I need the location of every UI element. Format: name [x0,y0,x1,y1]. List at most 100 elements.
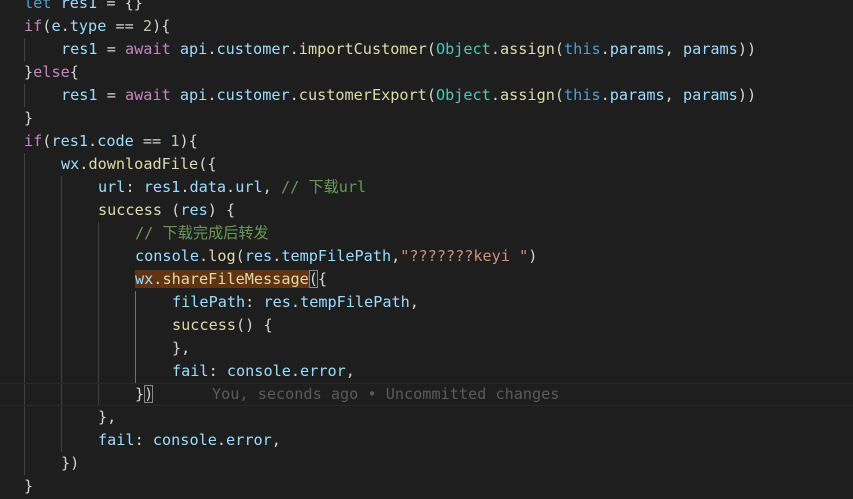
token-variable: wx [135,270,154,288]
token-punctuation: : [208,362,227,380]
token-variable: api [179,86,208,104]
token-number: 1 [170,132,180,150]
token-punctuation: , [409,293,419,311]
token-property: params [609,86,665,104]
token-punctuation: { [69,63,79,81]
token-keyword: this [564,40,601,58]
token-keyword: this [564,86,601,104]
token-punctuation: )) [737,40,757,58]
token-operator: == [106,17,143,35]
code-line[interactable]: let res1 = {} [0,0,853,15]
code-line[interactable]: }else{ [0,61,853,84]
code-editor[interactable]: let res1 = {} if(e.type == 2){ res1 = aw… [0,0,853,499]
token-keyword: await [125,86,171,104]
token-punctuation: . [600,86,610,104]
token-punctuation: . [289,40,299,58]
token-punctuation: { [317,270,328,288]
token-parameter: res [180,201,208,219]
matched-bracket: ) [144,385,154,403]
code-line[interactable]: res1 = await api.customer.customerExport… [0,84,853,107]
token-keyword: await [125,40,171,58]
code-line[interactable]: }, [0,337,853,360]
token-property: params [609,40,665,58]
token-function: success [98,201,163,219]
token-variable: res1 [61,86,98,104]
code-line[interactable]: filePath: res.tempFilePath, [0,291,853,314]
token-property: fail [172,362,209,380]
token-variable: res1 [61,40,98,58]
code-line[interactable]: wx.downloadFile({ [0,153,853,176]
token-punctuation: ( [426,40,436,58]
token-punctuation: ) { [207,201,236,219]
token-punctuation: . [290,293,301,311]
token-punctuation: ( [162,201,181,219]
token-punctuation: ) [528,247,538,265]
token-property: error [300,362,346,380]
code-line[interactable]: } [0,475,853,498]
token-comment: // 下载完成后转发 [135,224,269,242]
token-function: success [172,316,237,334]
token-punctuation: . [272,247,282,265]
code-line[interactable]: wx.shareFileMessage({ [0,268,853,291]
token-variable: res1 [143,178,181,196]
token-punctuation: , [391,247,401,265]
token-punctuation: ( [554,86,565,104]
code-line[interactable]: res1 = await api.customer.importCustomer… [0,38,853,61]
token-punctuation: )) [737,86,757,104]
current-code-line[interactable]: }) You, seconds ago • Uncommitted change… [0,383,853,406]
code-line[interactable]: }, [0,406,853,429]
token-punctuation: . [199,247,209,265]
token-punctuation: . [289,86,299,104]
token-property: fail [98,431,135,449]
token-punctuation: . [216,431,227,449]
token-punctuation: ({ [198,155,217,173]
token-punctuation: , [664,86,683,104]
token-function: downloadFile [88,155,199,173]
token-punctuation: () { [236,316,273,334]
token-class: Object [435,86,491,104]
token-punctuation: } [24,63,34,81]
matched-bracket: ( [308,270,318,288]
code-line[interactable]: fail: console.error, [0,360,853,383]
token-punctuation: . [226,178,236,196]
token-property: code [97,132,134,150]
token-punctuation: } [24,109,34,127]
token-keyword: if [24,132,43,150]
code-line[interactable]: console.log(res.tempFilePath,"???????key… [0,245,853,268]
token-punctuation: . [490,40,500,58]
token-variable: res [263,293,291,311]
code-line[interactable]: // 下载完成后转发 [0,222,853,245]
token-property: customer [216,40,290,58]
token-property: url [235,178,263,196]
token-punctuation: ( [426,86,436,104]
code-line[interactable]: if(res1.code == 1){ [0,130,853,153]
token-punctuation: }) [61,454,80,472]
token-function: customerExport [298,86,427,104]
token-punctuation: , [664,40,683,58]
token-punctuation: . [600,40,610,58]
code-line[interactable]: }) [0,452,853,475]
token-punctuation: , [271,431,281,449]
token-variable: console [135,247,200,265]
token-keyword: if [24,17,43,35]
token-property: tempFilePath [281,247,392,265]
code-line[interactable]: fail: console.error, [0,429,853,452]
code-line[interactable]: url: res1.data.url, // 下载url [0,176,853,199]
token-function: log [208,247,236,265]
token-punctuation: : [245,293,264,311]
token-variable: api [179,40,208,58]
token-punctuation: ){ [179,132,198,150]
token-punctuation: } [24,477,34,495]
code-line[interactable]: if(e.type == 2){ [0,15,853,38]
code-line[interactable]: success (res) { [0,199,853,222]
token-operator: = [97,86,126,104]
token-operator: == [133,132,171,150]
token-punctuation: ){ [152,17,171,35]
token-punctuation: . [60,17,70,35]
token-property: tempFilePath [300,293,410,311]
token-function: shareFileMessage [162,270,309,288]
code-line[interactable]: } [0,107,853,130]
code-line[interactable]: success() { [0,314,853,337]
